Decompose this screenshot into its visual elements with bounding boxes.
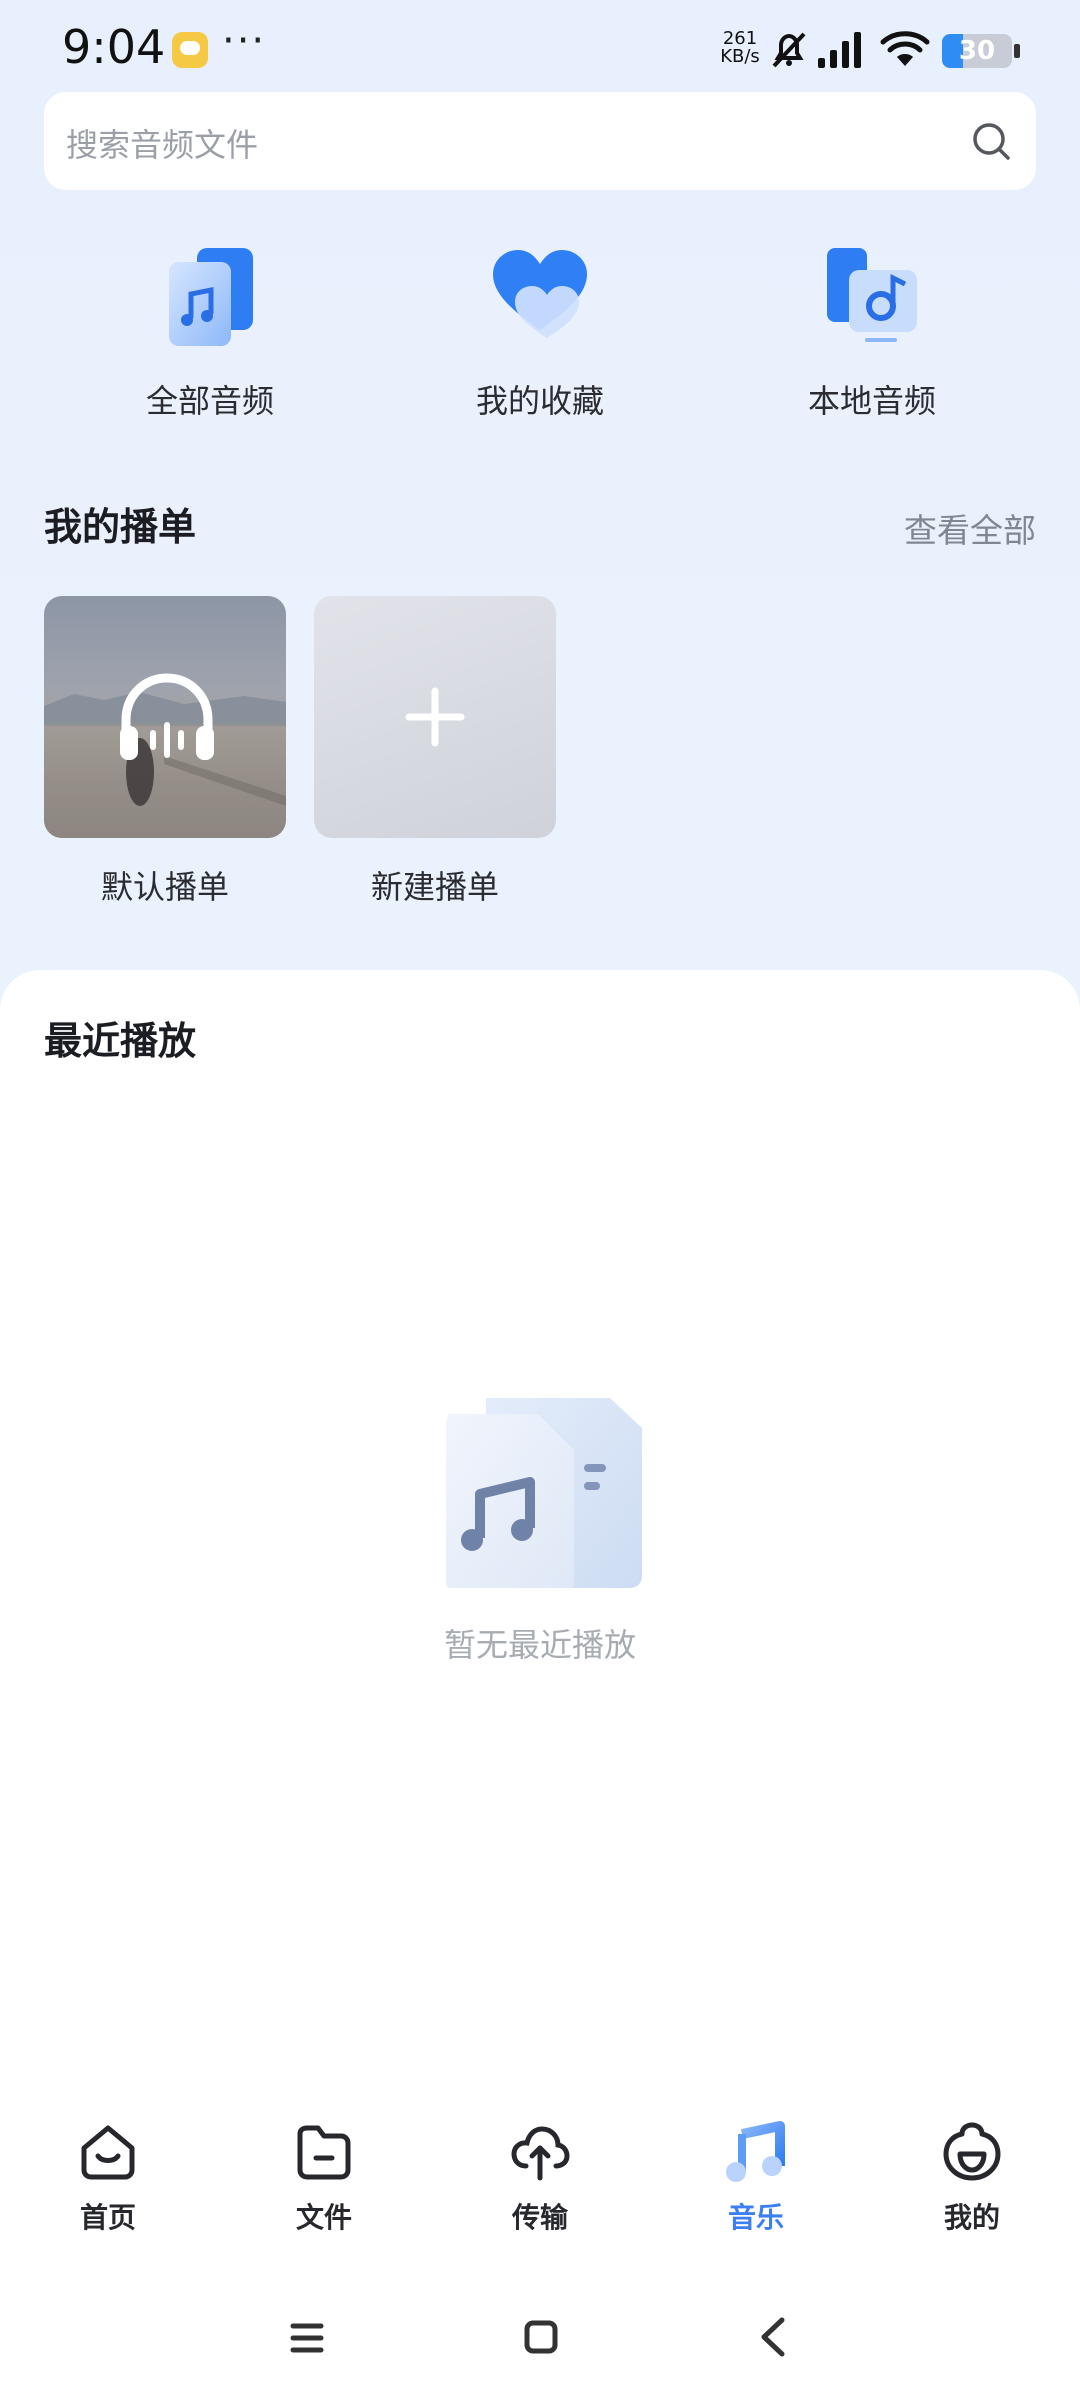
more-notifications-icon: ··· <box>222 18 267 64</box>
playlists-section-title: 我的播单 <box>44 505 197 549</box>
status-bar: 9:04 ··· 261 KB/s 30 <box>0 0 1080 92</box>
audio-files-icon <box>155 240 265 350</box>
battery-tip <box>1014 44 1020 58</box>
tab-home[interactable]: 首页 <box>8 2120 208 2236</box>
tab-label: 文件 <box>295 2201 352 2234</box>
category-label: 本地音频 <box>807 382 936 420</box>
search-bar[interactable]: 搜索音频文件 <box>44 92 1036 190</box>
signal-icon <box>818 32 861 68</box>
cloud-transfer-icon <box>511 2126 570 2181</box>
headphones-icon <box>120 673 214 760</box>
playlist-create-new[interactable]: 新建播单 <box>314 596 556 908</box>
network-speed-unit: KB/s <box>720 46 760 67</box>
plus-icon <box>405 687 465 747</box>
battery-level: 30 <box>958 36 996 66</box>
home-icon <box>81 2125 135 2180</box>
category-local-audio[interactable]: 本地音频 <box>752 240 992 422</box>
recent-section-title: 最近播放 <box>44 1019 197 1063</box>
tab-profile[interactable]: 我的 <box>872 2120 1072 2236</box>
playlist-default[interactable]: 默认播单 <box>44 596 286 908</box>
playlist-cover[interactable] <box>314 596 556 838</box>
category-label: 全部音频 <box>145 382 274 420</box>
playlist-name: 新建播单 <box>370 868 499 906</box>
category-favorites[interactable]: 我的收藏 <box>420 240 660 422</box>
bottom-navigation: 首页 文件 传输 音乐 我的 <box>0 2120 1080 2240</box>
wifi-icon <box>880 31 930 66</box>
empty-music-file-icon <box>446 1398 642 1588</box>
folder-icon <box>297 2125 351 2180</box>
tab-transfer[interactable]: 传输 <box>440 2120 640 2236</box>
system-navigation-bar <box>0 2300 1080 2380</box>
playlist-cover[interactable] <box>44 596 286 838</box>
battery-indicator: 30 <box>942 34 1012 68</box>
category-all-audio[interactable]: 全部音频 <box>90 240 330 422</box>
local-audio-icon <box>817 240 927 350</box>
home-square-icon[interactable] <box>524 2320 558 2354</box>
tab-files[interactable]: 文件 <box>224 2120 424 2236</box>
tab-label: 传输 <box>511 2201 568 2234</box>
playlist-name: 默认播单 <box>100 868 229 906</box>
tab-music[interactable]: 音乐 <box>656 2120 856 2236</box>
search-icon[interactable] <box>970 120 1012 162</box>
tab-label: 我的 <box>943 2201 1000 2234</box>
network-speed: 261 KB/s <box>716 30 764 66</box>
profile-icon <box>943 2122 1001 2181</box>
heart-icon <box>485 240 595 350</box>
clock: 9:04 <box>62 20 166 74</box>
empty-state-text: 暂无最近播放 <box>443 1626 636 1664</box>
back-icon[interactable] <box>756 2316 790 2358</box>
message-notification-icon <box>172 32 208 68</box>
tab-label: 音乐 <box>727 2201 784 2234</box>
music-icon <box>726 2121 785 2182</box>
mute-bell-icon <box>772 32 806 68</box>
tab-label: 首页 <box>79 2201 136 2234</box>
category-label: 我的收藏 <box>475 382 604 420</box>
see-all-link[interactable]: 查看全部 <box>904 504 1036 552</box>
menu-icon[interactable] <box>290 2318 324 2358</box>
search-input[interactable]: 搜索音频文件 <box>66 120 258 166</box>
